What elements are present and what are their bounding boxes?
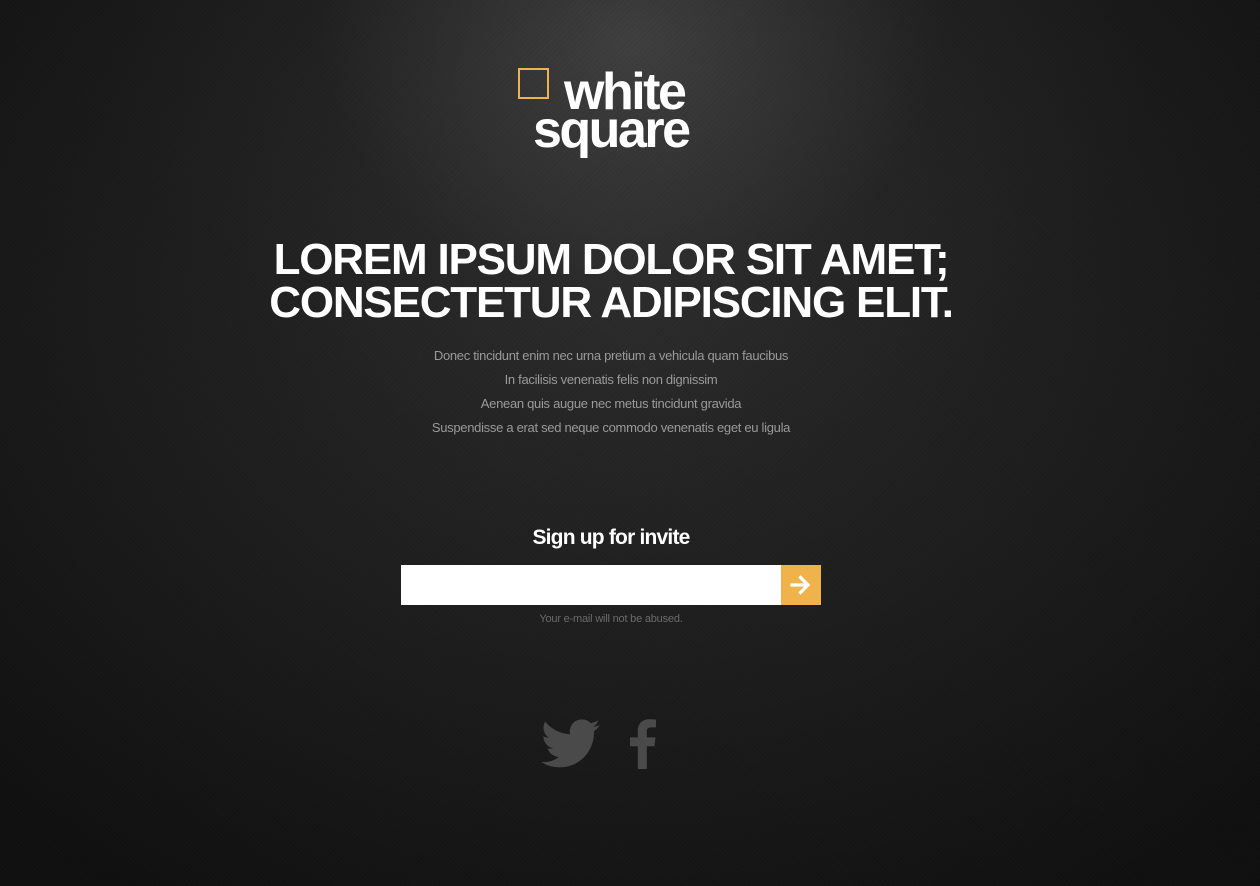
subtext-line: Donec tincidunt enim nec urna pretium a …	[433, 348, 789, 363]
signup-title: Sign up for invite	[532, 526, 690, 549]
twitter-icon	[541, 719, 600, 768]
facebook-icon	[630, 719, 656, 769]
submit-button[interactable]	[781, 565, 821, 605]
subtext: Donec tincidunt enim nec urna pretium a …	[0, 344, 1222, 440]
logo-text-line2: square	[533, 101, 691, 159]
logo-square-icon	[518, 68, 549, 99]
logo[interactable]: white square	[518, 66, 718, 166]
facebook-link[interactable]	[630, 719, 656, 769]
arrow-right-icon	[790, 575, 811, 595]
social-links	[540, 716, 660, 772]
headline: LOREM IPSUM DOLOR SIT AMET; CONSECTETUR …	[0, 235, 1222, 327]
email-note: Your e-mail will not be abused.	[539, 613, 683, 625]
twitter-link[interactable]	[540, 719, 602, 769]
subtext-line: Suspendisse a erat sed neque commodo ven…	[431, 420, 791, 435]
headline-line1: LOREM IPSUM DOLOR SIT AMET;	[273, 235, 950, 284]
headline-line2: CONSECTETUR ADIPISCING ELIT.	[269, 278, 954, 327]
subtext-line: In facilisis venenatis felis non digniss…	[504, 372, 718, 387]
signup-form	[401, 565, 821, 605]
email-input[interactable]	[401, 565, 781, 605]
subtext-line: Aenean quis augue nec metus tincidunt gr…	[480, 396, 742, 411]
